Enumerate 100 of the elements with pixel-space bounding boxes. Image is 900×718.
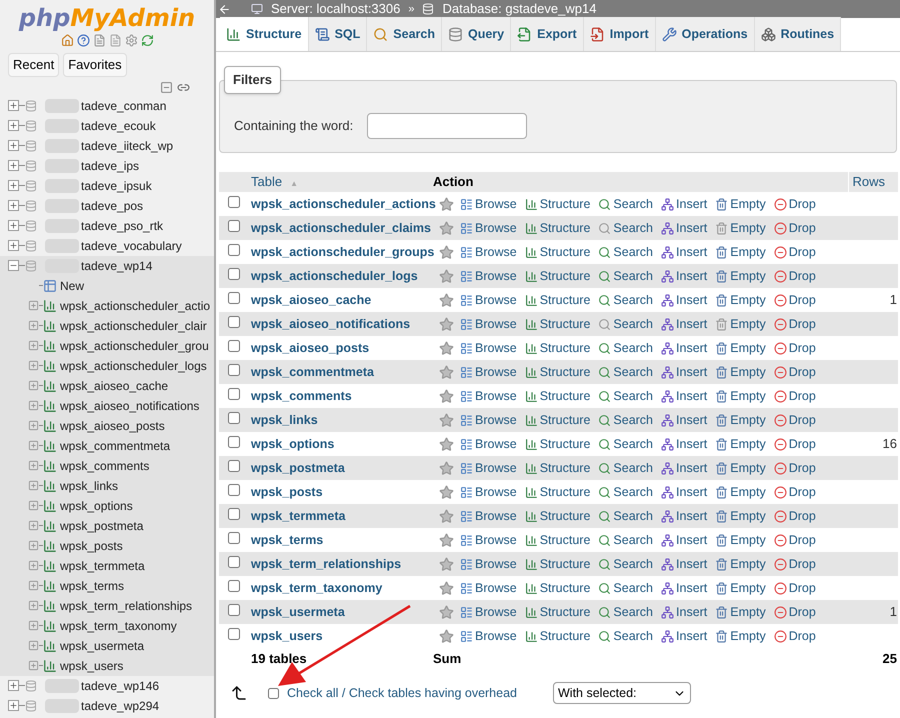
row-checkbox[interactable] xyxy=(228,268,240,280)
action-link[interactable]: Drop xyxy=(774,362,816,382)
star-icon[interactable] xyxy=(439,604,454,620)
row-checkbox[interactable] xyxy=(228,388,240,400)
table-name-link[interactable]: wpsk_actionscheduler_actions xyxy=(249,197,436,212)
action-link[interactable]: Browse xyxy=(460,410,517,430)
action-link[interactable]: Structure xyxy=(524,602,590,622)
action-link[interactable]: Browse xyxy=(460,482,517,502)
action-link[interactable]: Search xyxy=(598,506,654,526)
action-link[interactable]: Search xyxy=(598,626,654,646)
row-checkbox[interactable] xyxy=(228,364,240,376)
table-name-link[interactable]: wpsk_actionscheduler_groups xyxy=(249,245,434,260)
table-item[interactable]: wpsk_actionscheduler_actio xyxy=(0,296,214,316)
action-link[interactable]: Structure xyxy=(524,338,590,358)
action-link[interactable]: Empty xyxy=(715,530,766,550)
star-icon[interactable] xyxy=(439,388,454,404)
action-link[interactable]: Structure xyxy=(524,434,590,454)
action-link[interactable]: Structure xyxy=(524,482,590,502)
action-link[interactable]: Drop xyxy=(774,218,816,238)
action-link[interactable]: Structure xyxy=(524,410,590,430)
back-arrow-icon[interactable] xyxy=(218,2,231,16)
action-link[interactable]: Drop xyxy=(774,410,816,430)
nav-tab[interactable]: Structure xyxy=(220,17,309,51)
action-link[interactable]: Search xyxy=(598,362,654,382)
action-link[interactable]: Empty xyxy=(715,290,766,310)
action-link[interactable]: Drop xyxy=(774,458,816,478)
action-link[interactable]: Drop xyxy=(774,290,816,310)
action-link[interactable]: Insert xyxy=(661,482,708,502)
check-all-checkbox[interactable] xyxy=(268,688,279,698)
database-item[interactable]: tadeve_pso_rtk xyxy=(0,216,214,236)
expand-icon[interactable] xyxy=(28,480,39,491)
action-link[interactable]: Structure xyxy=(524,386,590,406)
action-link[interactable]: Search xyxy=(598,530,654,550)
star-icon[interactable] xyxy=(439,460,454,476)
action-link[interactable]: Insert xyxy=(661,458,708,478)
action-link[interactable]: Empty xyxy=(715,218,766,238)
nav-tab[interactable]: Search xyxy=(367,17,442,51)
document-icon[interactable] xyxy=(92,34,106,47)
star-icon[interactable] xyxy=(439,532,454,548)
document-icon[interactable] xyxy=(108,34,122,47)
table-item[interactable]: wpsk_actionscheduler_logs xyxy=(0,356,214,376)
row-checkbox[interactable] xyxy=(228,460,240,472)
action-link[interactable]: Structure xyxy=(524,362,590,382)
new-table-item[interactable]: New xyxy=(0,276,214,296)
action-link[interactable]: Insert xyxy=(661,194,708,214)
expand-icon[interactable] xyxy=(8,120,19,131)
server-link[interactable]: Server: localhost:3306 xyxy=(271,0,400,19)
action-link[interactable]: Browse xyxy=(460,338,517,358)
expand-icon[interactable] xyxy=(28,400,39,411)
action-link[interactable]: Insert xyxy=(661,506,708,526)
collapse-icon[interactable] xyxy=(8,260,19,271)
expand-icon[interactable] xyxy=(28,300,39,311)
star-icon[interactable] xyxy=(439,412,454,428)
action-link[interactable]: Drop xyxy=(774,338,816,358)
row-checkbox[interactable] xyxy=(228,628,240,640)
action-link[interactable]: Drop xyxy=(774,434,816,454)
action-link[interactable]: Search xyxy=(598,242,654,262)
collapse-icon[interactable] xyxy=(160,80,173,94)
database-item[interactable]: tadeve_wp14 xyxy=(0,256,214,276)
action-link[interactable]: Drop xyxy=(774,314,816,334)
database-item[interactable]: tadeve_ips xyxy=(0,156,214,176)
action-link[interactable]: Structure xyxy=(524,290,590,310)
star-icon[interactable] xyxy=(439,364,454,380)
action-link[interactable]: Search xyxy=(598,434,654,454)
action-link[interactable]: Browse xyxy=(460,458,517,478)
expand-icon[interactable] xyxy=(28,560,39,571)
action-link[interactable]: Insert xyxy=(661,290,708,310)
star-icon[interactable] xyxy=(439,508,454,524)
with-selected-dropdown[interactable]: With selected: xyxy=(553,682,691,704)
star-icon[interactable] xyxy=(439,484,454,500)
expand-icon[interactable] xyxy=(8,680,19,691)
action-link[interactable]: Browse xyxy=(460,386,517,406)
action-link[interactable]: Structure xyxy=(524,626,590,646)
action-link[interactable]: Insert xyxy=(661,554,708,574)
action-link[interactable]: Structure xyxy=(524,530,590,550)
action-link[interactable]: Structure xyxy=(524,458,590,478)
row-checkbox[interactable] xyxy=(228,412,240,424)
action-link[interactable]: Structure xyxy=(524,218,590,238)
star-icon[interactable] xyxy=(439,268,454,284)
action-link[interactable]: Insert xyxy=(661,218,708,238)
action-link[interactable]: Empty xyxy=(715,362,766,382)
row-checkbox[interactable] xyxy=(228,604,240,616)
action-link[interactable]: Search xyxy=(598,410,654,430)
help-icon[interactable] xyxy=(76,34,90,47)
action-link[interactable]: Insert xyxy=(661,386,708,406)
star-icon[interactable] xyxy=(439,316,454,332)
star-icon[interactable] xyxy=(439,292,454,308)
action-link[interactable]: Structure xyxy=(524,314,590,334)
database-item[interactable]: tadeve_iiteck_wp xyxy=(0,136,214,156)
action-link[interactable]: Drop xyxy=(774,554,816,574)
action-link[interactable]: Search xyxy=(598,218,654,238)
table-name-link[interactable]: wpsk_term_relationships xyxy=(249,557,402,572)
panel-tab[interactable]: Favorites xyxy=(63,53,127,76)
action-link[interactable]: Insert xyxy=(661,578,708,598)
action-link[interactable]: Browse xyxy=(460,626,517,646)
action-link[interactable]: Empty xyxy=(715,602,766,622)
star-icon[interactable] xyxy=(439,220,454,236)
action-link[interactable]: Structure xyxy=(524,242,590,262)
row-checkbox[interactable] xyxy=(228,316,240,328)
nav-tab[interactable]: Routines xyxy=(754,17,842,51)
